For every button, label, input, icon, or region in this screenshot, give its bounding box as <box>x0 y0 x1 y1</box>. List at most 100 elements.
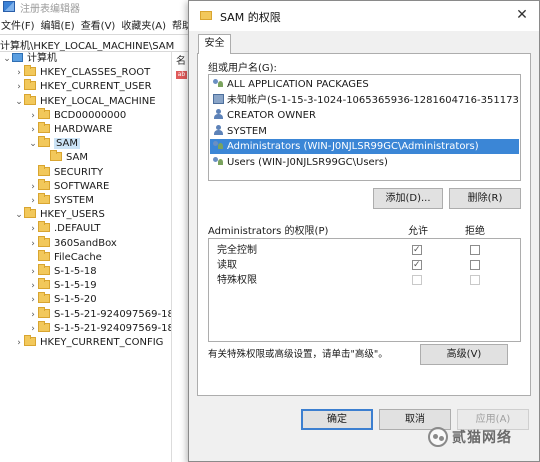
folder-icon <box>38 136 50 148</box>
tree-item-label: SOFTWARE <box>54 180 110 192</box>
user-list-item[interactable]: SYSTEM <box>210 124 519 139</box>
tree-item-label: S-1-5-19 <box>54 280 97 292</box>
tree-item[interactable]: › S-1-5-18 <box>28 264 97 279</box>
tree-item[interactable]: ⌄ HKEY_LOCAL_MACHINE <box>14 93 156 109</box>
folder-icon <box>38 193 50 204</box>
tree-item[interactable]: › HKEY_CLASSES_ROOT <box>14 65 151 80</box>
tree-item-label: HKEY_CURRENT_CONFIG <box>40 337 164 348</box>
folder-icon <box>200 11 212 20</box>
tree-item-label: 360SandBox <box>54 237 117 249</box>
allow-column-label: 允许 <box>408 226 428 237</box>
user-icon <box>213 109 224 119</box>
chevron-right-icon[interactable]: › <box>28 109 38 123</box>
remove-button[interactable]: 删除(R) <box>449 188 521 209</box>
allow-checkbox[interactable] <box>412 275 422 285</box>
tree-item[interactable]: › SOFTWARE <box>28 178 110 194</box>
permission-name: 完全控制 <box>217 245 257 256</box>
tree-item[interactable]: ⌄ 计算机 <box>2 52 57 66</box>
tree-item-label: HKEY_USERS <box>40 209 105 221</box>
chevron-right-icon[interactable]: › <box>28 308 38 322</box>
menu-file[interactable]: 文件(F) <box>0 15 38 32</box>
allow-checkbox[interactable] <box>412 258 422 273</box>
user-list-item[interactable]: CREATOR OWNER <box>210 108 519 123</box>
chevron-right-icon[interactable]: › <box>14 66 24 80</box>
chevron-down-icon[interactable]: ⌄ <box>2 52 12 66</box>
folder-icon <box>38 306 50 318</box>
chevron-right-icon[interactable]: › <box>28 180 38 194</box>
folder-icon <box>24 65 36 77</box>
tree-item[interactable]: ⌄ SAM <box>28 136 81 151</box>
address-bar[interactable]: 计算机\HKEY_LOCAL_MACHINE\SAM <box>0 34 190 52</box>
folder-icon <box>24 207 36 219</box>
chevron-down-icon[interactable]: ⌄ <box>14 208 24 222</box>
tree-item-label: HKEY_CURRENT_USER <box>40 81 152 93</box>
allow-checkbox[interactable] <box>412 243 422 258</box>
deny-checkbox[interactable] <box>470 275 480 285</box>
advanced-button[interactable]: 高级(V) <box>420 344 508 365</box>
tree-item[interactable]: › HKEY_CURRENT_USER <box>14 79 152 94</box>
permissions-table: 完全控制读取特殊权限 <box>208 238 521 342</box>
user-name: SYSTEM <box>227 125 267 137</box>
pc-icon <box>12 53 23 62</box>
folder-icon <box>38 264 50 275</box>
chevron-right-icon[interactable]: › <box>28 279 38 293</box>
dialog-title: SAM 的权限 <box>220 11 281 24</box>
registry-tree[interactable]: ⌄ 计算机 › HKEY_CLASSES_ROOT › HKEY_CURRENT_USER… <box>0 52 172 462</box>
tree-item[interactable]: FileCache <box>28 249 102 265</box>
tree-item[interactable]: › HARDWARE <box>28 122 112 137</box>
tree-item[interactable]: › S-1-5-21-924097569-185 <box>28 306 172 322</box>
close-icon[interactable]: ✕ <box>513 6 531 24</box>
tree-item[interactable]: › .DEFAULT <box>28 221 101 236</box>
tree-item[interactable]: › S-1-5-21-924097569-185 <box>28 320 172 336</box>
tree-item[interactable]: › S-1-5-20 <box>28 292 97 307</box>
user-list-item[interactable]: 未知帐户(S-1-15-3-1024-1065365936-1281604716… <box>210 93 519 108</box>
chevron-right-icon[interactable]: › <box>14 80 24 94</box>
chevron-right-icon[interactable]: › <box>28 222 38 236</box>
user-icon <box>213 124 224 135</box>
tree-item[interactable]: › S-1-5-19 <box>28 278 97 293</box>
group-icon <box>213 156 224 166</box>
tree-item[interactable]: › 360SandBox <box>28 235 117 251</box>
tree-item-label: S-1-5-21-924097569-185 <box>54 308 172 320</box>
menu-edit[interactable]: 编辑(E) <box>40 15 78 32</box>
chevron-right-icon[interactable]: › <box>28 237 38 251</box>
user-list-item[interactable]: ALL APPLICATION PACKAGES <box>210 77 519 92</box>
tree-item[interactable]: SECURITY <box>28 164 104 180</box>
user-name: Administrators (WIN-J0NJLSR99GC\Administ… <box>227 141 479 152</box>
tree-item-label: HKEY_LOCAL_MACHINE <box>40 95 156 107</box>
chevron-down-icon[interactable]: ⌄ <box>28 137 38 151</box>
tree-item-label: S-1-5-21-924097569-185 <box>54 322 172 334</box>
menu-view[interactable]: 查看(V) <box>80 15 119 32</box>
user-list-item[interactable]: Users (WIN-J0NJLSR99GC\Users) <box>210 155 519 170</box>
deny-checkbox[interactable] <box>470 260 480 270</box>
folder-icon <box>50 150 62 162</box>
chevron-down-icon[interactable]: ⌄ <box>14 95 24 109</box>
deny-checkbox[interactable] <box>470 245 480 255</box>
add-button[interactable]: 添加(D)... <box>373 188 443 209</box>
tree-item[interactable]: › HKEY_CURRENT_CONFIG <box>14 335 164 350</box>
tree-item-label: SYSTEM <box>54 195 94 206</box>
users-list[interactable]: ALL APPLICATION PACKAGES 未知帐户(S-1-15-3-10… <box>208 74 521 181</box>
tree-item[interactable]: › BCD00000000 <box>28 107 126 123</box>
chevron-right-icon[interactable]: › <box>28 194 38 208</box>
tree-item[interactable]: ⌄ HKEY_USERS <box>14 207 105 222</box>
user-list-item[interactable]: Administrators (WIN-J0NJLSR99GC\Administ… <box>210 139 519 154</box>
permissions-title: Administrators 的权限(P) <box>208 226 329 237</box>
tree-item-label: SECURITY <box>54 166 104 178</box>
chevron-right-icon[interactable]: › <box>14 336 24 350</box>
security-panel: 组或用户名(G): ALL APPLICATION PACKAGES 未知帐户(S… <box>197 53 531 396</box>
user-name: Users (WIN-J0NJLSR99GC\Users) <box>227 156 388 168</box>
tree-item-label: FileCache <box>54 251 102 263</box>
chevron-right-icon[interactable]: › <box>28 123 38 137</box>
user-name: CREATOR OWNER <box>227 110 316 121</box>
tree-item-label: HKEY_CLASSES_ROOT <box>40 67 151 79</box>
tree-item[interactable]: › SYSTEM <box>28 193 94 208</box>
chevron-right-icon[interactable]: › <box>28 265 38 279</box>
menu-favorites[interactable]: 收藏夹(A) <box>120 15 169 32</box>
group-users-label: 组或用户名(G): <box>208 63 277 74</box>
chevron-right-icon[interactable]: › <box>28 293 38 307</box>
tab-security[interactable]: 安全 <box>198 34 231 54</box>
tree-item[interactable]: SAM <box>40 150 88 165</box>
ok-button[interactable]: 确定 <box>301 409 373 430</box>
chevron-right-icon[interactable]: › <box>28 322 38 336</box>
